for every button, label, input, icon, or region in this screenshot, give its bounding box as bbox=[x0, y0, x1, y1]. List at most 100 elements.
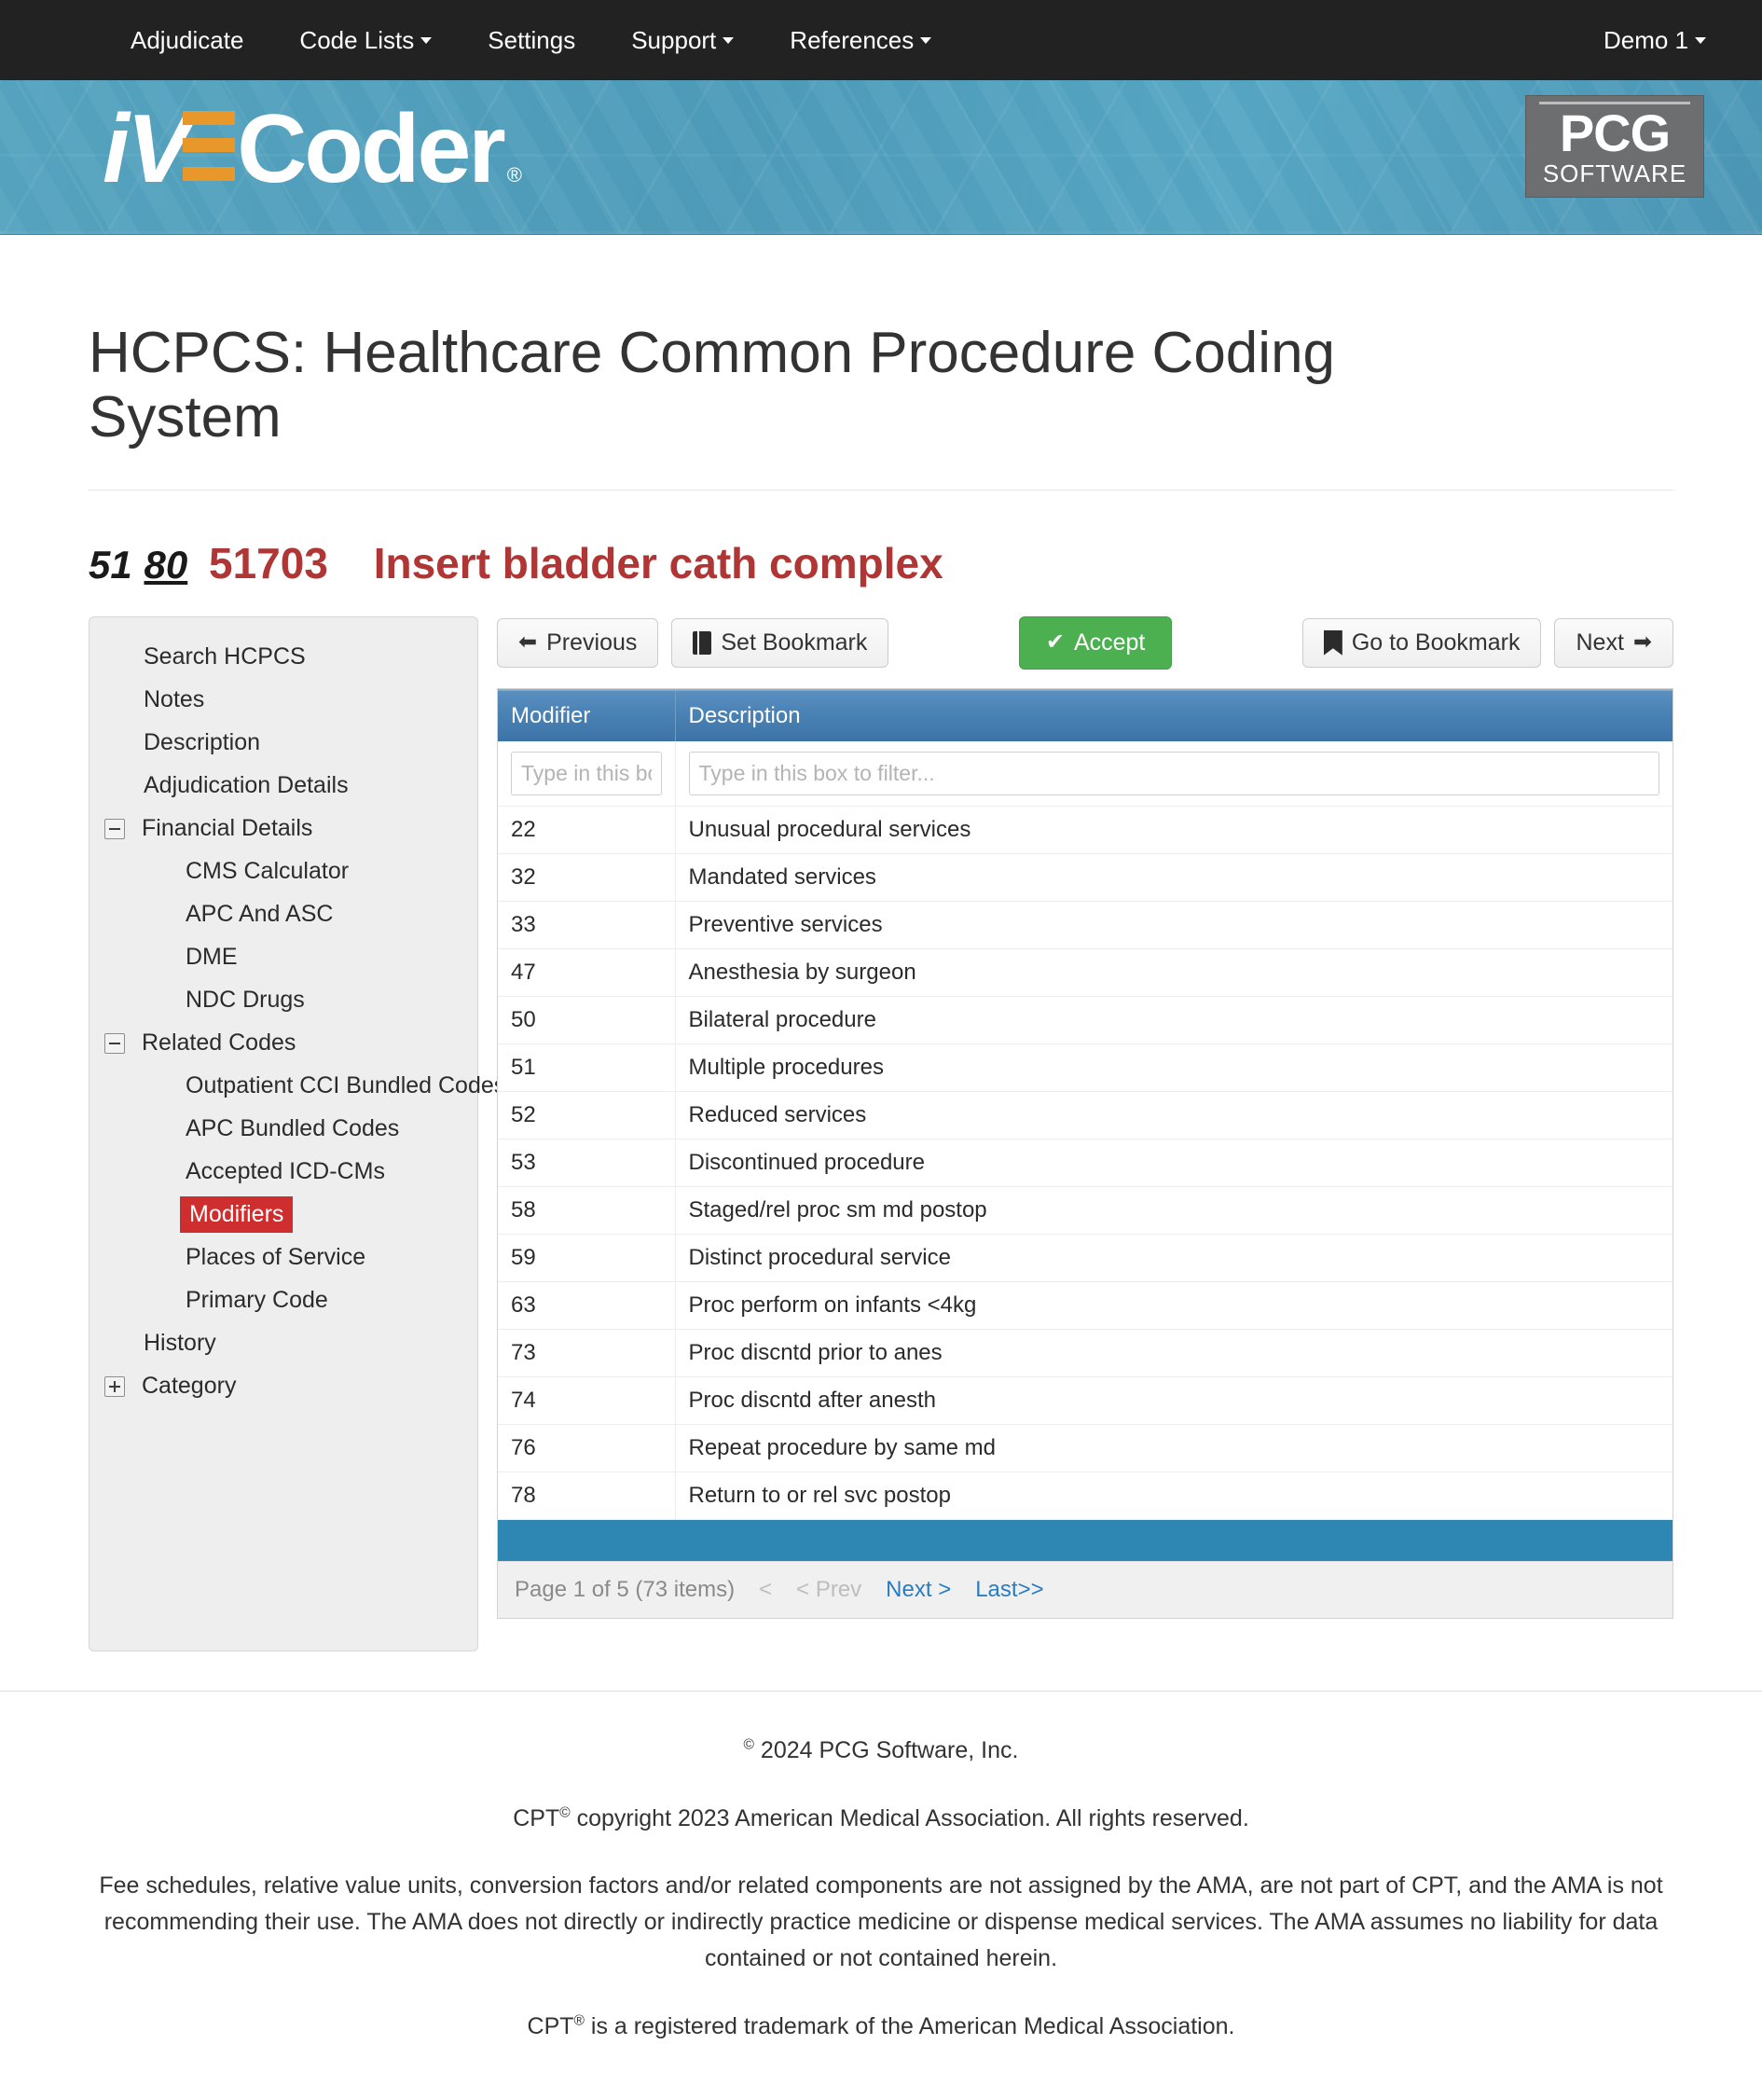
cell-modifier: 53 bbox=[498, 1139, 676, 1187]
sidebar-item-label: CMS Calculator bbox=[186, 858, 350, 885]
sidebar-item-label: Primary Code bbox=[186, 1287, 328, 1314]
table-row[interactable]: 47 Anesthesia by surgeon bbox=[498, 948, 1673, 997]
column-header-modifier[interactable]: Modifier bbox=[498, 688, 676, 741]
set-bookmark-button[interactable]: Set Bookmark bbox=[671, 617, 889, 668]
sidebar-item-category[interactable]: Category bbox=[89, 1365, 477, 1408]
table-row[interactable]: 52 Reduced services bbox=[498, 1091, 1673, 1140]
sidebar-item-outpatient-cci-bundled-codes[interactable]: Outpatient CCI Bundled Codes bbox=[89, 1065, 505, 1108]
sidebar-item-accepted-icd-cms[interactable]: Accepted ICD-CMs bbox=[89, 1151, 477, 1194]
sidebar-item-ndc-drugs[interactable]: NDC Drugs bbox=[89, 979, 477, 1022]
sidebar-item-adjudication-details[interactable]: Adjudication Details bbox=[89, 765, 477, 808]
table-row[interactable]: 32 Mandated services bbox=[498, 853, 1673, 902]
accept-button-label: Accept bbox=[1073, 629, 1146, 656]
cell-modifier: 51 bbox=[498, 1043, 676, 1092]
table-row[interactable]: 63 Proc perform on infants <4kg bbox=[498, 1281, 1673, 1330]
sidebar-item-search-hcpcs[interactable]: Search HCPCS bbox=[89, 636, 477, 679]
cell-description: Proc perform on infants <4kg bbox=[675, 1281, 1673, 1330]
nav-item-label: References bbox=[790, 26, 915, 54]
table-row[interactable]: 73 Proc discntd prior to anes bbox=[498, 1329, 1673, 1377]
table-row[interactable]: 50 Bilateral procedure bbox=[498, 996, 1673, 1044]
navigation-tree: Search HCPCS Notes Description Adjudication… bbox=[89, 615, 505, 1651]
sidebar-item-related-codes[interactable]: Related Codes bbox=[89, 1022, 477, 1065]
sidebar-item-label: Accepted ICD-CMs bbox=[186, 1158, 385, 1185]
pagination-first[interactable]: < bbox=[759, 1577, 772, 1603]
footer-disclaimer: Fee schedules, relative value units, con… bbox=[99, 1872, 1663, 1971]
nav-item-code-lists[interactable]: Code Lists bbox=[271, 0, 460, 80]
sidebar-item-label: APC Bundled Codes bbox=[186, 1115, 400, 1142]
sidebar-item-primary-code[interactable]: Primary Code bbox=[89, 1279, 477, 1322]
copyright-symbol: © bbox=[743, 1736, 754, 1753]
code-header: 51 80 51703 Insert bladder cath complex bbox=[89, 539, 1673, 588]
table-row[interactable]: 74 Proc discntd after anesth bbox=[498, 1376, 1673, 1425]
user-menu-label: Demo 1 bbox=[1603, 25, 1688, 54]
previous-button[interactable]: ⬅ Previous bbox=[497, 617, 659, 668]
code-description: Insert bladder cath complex bbox=[373, 538, 943, 587]
column-header-description[interactable]: Description bbox=[675, 688, 1673, 741]
table-row[interactable]: 33 Preventive services bbox=[498, 901, 1673, 949]
expand-icon[interactable] bbox=[104, 1375, 125, 1397]
cell-description: Reduced services bbox=[675, 1091, 1673, 1140]
next-button[interactable]: Next ➡ bbox=[1554, 617, 1673, 668]
table-row[interactable]: 51 Multiple procedures bbox=[498, 1043, 1673, 1092]
brand-banner: iV Coder ® PCG SOFTWARE bbox=[0, 80, 1762, 235]
nav-item-label: Code Lists bbox=[299, 26, 415, 54]
logo-letter-e-bars-icon bbox=[183, 109, 236, 182]
nav-item-references[interactable]: References bbox=[762, 0, 959, 80]
pagination-next[interactable]: Next > bbox=[886, 1577, 951, 1603]
table-row[interactable]: 78 Return to or rel svc postop bbox=[498, 1471, 1673, 1520]
nav-item-adjudicate[interactable]: Adjudicate bbox=[103, 0, 271, 80]
set-bookmark-button-label: Set Bookmark bbox=[721, 629, 868, 656]
sidebar-item-label: Modifiers bbox=[180, 1196, 294, 1234]
top-nav-items: Adjudicate Code Lists Settings Support Refer… bbox=[103, 0, 959, 80]
sidebar-item-label: Related Codes bbox=[142, 1029, 296, 1057]
sidebar-item-label: Description bbox=[144, 729, 261, 756]
collapse-icon[interactable] bbox=[104, 818, 125, 839]
ivecoder-logo[interactable]: iV Coder ® bbox=[103, 101, 522, 198]
cell-modifier: 22 bbox=[498, 806, 676, 854]
code-modifier-1: 51 bbox=[89, 542, 132, 587]
page-footer: © 2024 PCG Software, Inc. CPT© copyright… bbox=[0, 1692, 1762, 2100]
go-to-bookmark-button-label: Go to Bookmark bbox=[1351, 629, 1521, 656]
sidebar-item-notes[interactable]: Notes bbox=[89, 679, 477, 722]
sidebar-item-label: Outpatient CCI Bundled Codes bbox=[186, 1072, 506, 1099]
sidebar-item-label: Notes bbox=[144, 686, 205, 713]
pcg-logo-sub: SOFTWARE bbox=[1542, 159, 1687, 187]
nav-item-label: Settings bbox=[488, 26, 576, 54]
table-row[interactable]: 58 Staged/rel proc sm md postop bbox=[498, 1186, 1673, 1235]
cell-description: Anesthesia by surgeon bbox=[675, 948, 1673, 997]
sidebar-item-places-of-service[interactable]: Places of Service bbox=[89, 1237, 477, 1279]
collapse-icon[interactable] bbox=[104, 1032, 125, 1054]
sidebar-item-financial-details[interactable]: Financial Details bbox=[89, 808, 477, 850]
cell-modifier: 76 bbox=[498, 1424, 676, 1472]
nav-item-settings[interactable]: Settings bbox=[460, 0, 603, 80]
description-filter-input[interactable] bbox=[688, 751, 1659, 795]
sidebar-item-dme[interactable]: DME bbox=[89, 936, 477, 979]
sidebar-item-cms-calculator[interactable]: CMS Calculator bbox=[89, 850, 477, 893]
cell-modifier: 59 bbox=[498, 1234, 676, 1282]
sidebar-item-apc-bundled-codes[interactable]: APC Bundled Codes bbox=[89, 1108, 477, 1151]
go-to-bookmark-button[interactable]: Go to Bookmark bbox=[1301, 617, 1542, 668]
sidebar-item-description[interactable]: Description bbox=[89, 722, 477, 765]
sidebar-item-history[interactable]: History bbox=[89, 1322, 477, 1365]
bookmark-icon bbox=[1323, 629, 1342, 656]
modifier-filter-input[interactable] bbox=[511, 751, 662, 795]
table-row[interactable]: 22 Unusual procedural services bbox=[498, 806, 1673, 854]
accept-button[interactable]: ✔ Accept bbox=[1018, 615, 1173, 670]
user-menu[interactable]: Demo 1 bbox=[1585, 26, 1725, 55]
main-columns: Search HCPCS Notes Description Adjudication… bbox=[89, 615, 1673, 1651]
nav-item-label: Support bbox=[631, 26, 717, 54]
pagination-prev[interactable]: < Prev bbox=[796, 1577, 861, 1603]
page-content: HCPCS: Healthcare Common Procedure Codin… bbox=[0, 321, 1762, 1651]
previous-button-label: Previous bbox=[546, 629, 638, 656]
pagination-bar: Page 1 of 5 (73 items) < < Prev Next > L… bbox=[498, 1560, 1673, 1618]
table-row[interactable]: 59 Distinct procedural service bbox=[498, 1234, 1673, 1282]
table-row[interactable]: 76 Repeat procedure by same md bbox=[498, 1424, 1673, 1472]
table-row[interactable]: 53 Discontinued procedure bbox=[498, 1139, 1673, 1187]
pcg-logo-main: PCG bbox=[1559, 104, 1671, 162]
cpt-trademark-label: CPT bbox=[527, 2012, 574, 2039]
pagination-last[interactable]: Last>> bbox=[975, 1577, 1043, 1603]
sidebar-item-modifiers[interactable]: Modifiers bbox=[89, 1194, 477, 1237]
nav-item-support[interactable]: Support bbox=[603, 0, 762, 80]
cell-modifier: 73 bbox=[498, 1329, 676, 1377]
sidebar-item-apc-and-asc[interactable]: APC And ASC bbox=[89, 893, 477, 936]
